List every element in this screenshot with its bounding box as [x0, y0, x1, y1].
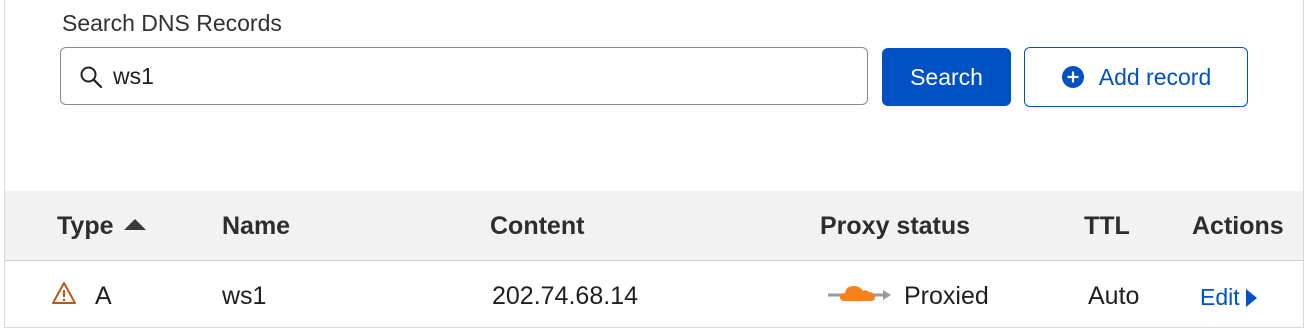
sort-ascending-icon[interactable] — [123, 218, 146, 230]
table-row: A ws1 202.74.68.14 Proxied Auto Edit — [5, 262, 1303, 326]
column-header-ttl[interactable]: TTL — [1084, 212, 1130, 241]
cloud-proxied-icon — [828, 286, 891, 301]
search-field[interactable] — [60, 47, 868, 105]
dns-records-panel: Search DNS Records Search Add record Typ… — [4, 0, 1304, 328]
add-record-button[interactable]: Add record — [1024, 47, 1248, 107]
record-type: A — [95, 282, 112, 310]
edit-label: Edit — [1200, 284, 1240, 310]
edit-record-link[interactable]: Edit — [1200, 284, 1257, 311]
search-icon — [80, 66, 103, 89]
column-header-name[interactable]: Name — [222, 212, 290, 241]
warning-icon — [52, 282, 76, 304]
record-content: 202.74.68.14 — [492, 282, 638, 310]
record-name: ws1 — [222, 282, 267, 310]
column-header-type[interactable]: Type — [57, 212, 146, 241]
proxy-status: Proxied — [904, 282, 989, 310]
record-ttl: Auto — [1088, 282, 1140, 310]
column-header-content[interactable]: Content — [490, 212, 584, 241]
column-header-actions: Actions — [1192, 212, 1284, 240]
plus-circle-icon — [1061, 66, 1084, 88]
column-header-type-label: Type — [57, 212, 114, 240]
caret-right-icon — [1245, 288, 1257, 307]
search-input[interactable] — [113, 58, 853, 94]
search-button[interactable]: Search — [882, 48, 1011, 106]
add-record-label: Add record — [1098, 63, 1212, 90]
column-header-proxy-status[interactable]: Proxy status — [820, 212, 970, 241]
dns-table-header: Type Name Content Proxy status TTL Actio… — [5, 191, 1303, 261]
search-label: Search DNS Records — [62, 10, 282, 36]
